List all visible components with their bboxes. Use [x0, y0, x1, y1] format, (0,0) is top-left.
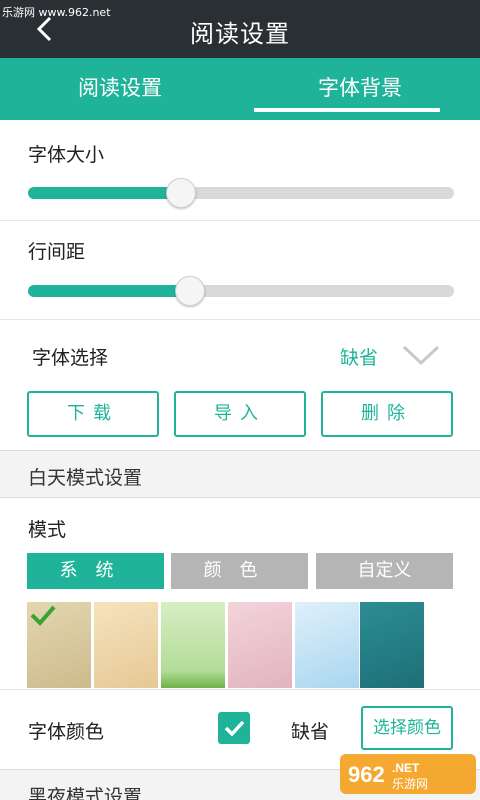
mode-system-button[interactable]: 系统	[27, 553, 164, 589]
svg-text:乐游网: 乐游网	[392, 777, 428, 791]
section-title: 黑夜模式设置	[28, 786, 143, 800]
import-font-button[interactable]: 导入	[174, 391, 306, 437]
divider	[0, 689, 480, 690]
background-swatch-sky[interactable]	[295, 602, 359, 688]
active-tab-indicator	[254, 108, 440, 112]
background-swatch-pink[interactable]	[228, 602, 292, 688]
section-title: 白天模式设置	[28, 467, 143, 489]
download-font-button[interactable]: 下载	[27, 391, 159, 437]
slider-fill	[28, 285, 190, 297]
mode-color-button[interactable]: 颜色	[171, 553, 308, 589]
mode-custom-button[interactable]: 自定义	[316, 553, 453, 589]
font-size-label: 字体大小	[28, 144, 105, 166]
svg-text:962: 962	[348, 762, 385, 787]
slider-thumb[interactable]	[175, 276, 205, 306]
line-spacing-slider[interactable]	[28, 276, 454, 306]
background-swatch-old-paper[interactable]	[94, 602, 158, 688]
background-swatch-green[interactable]	[161, 602, 225, 688]
slider-fill	[28, 187, 181, 199]
divider	[0, 220, 480, 221]
watermark-text: 乐游网 www.962.net	[2, 6, 111, 19]
slider-thumb[interactable]	[166, 178, 196, 208]
day-mode-section-header: 白天模式设置	[0, 450, 480, 498]
background-swatch-teal[interactable]	[360, 602, 424, 688]
line-spacing-label: 行间距	[28, 241, 86, 263]
mode-label: 模式	[28, 519, 67, 541]
default-font-color-text: 缺省	[291, 721, 330, 743]
tab-reading-settings[interactable]: 阅读设置	[0, 58, 240, 120]
font-select-value[interactable]: 缺省	[340, 343, 378, 370]
choose-color-button[interactable]: 选择颜色	[361, 706, 453, 750]
chevron-down-icon[interactable]	[402, 344, 440, 366]
default-font-color-checkbox[interactable]	[218, 712, 250, 744]
font-select-label: 字体选择	[32, 347, 109, 369]
selected-check-icon	[30, 605, 56, 626]
delete-font-button[interactable]: 删除	[321, 391, 453, 437]
divider	[0, 319, 480, 320]
font-size-slider[interactable]	[28, 178, 454, 208]
svg-text:.NET: .NET	[392, 761, 420, 775]
watermark-logo: 962 .NET 乐游网	[340, 754, 476, 794]
font-color-label: 字体颜色	[28, 721, 105, 743]
checkmark-icon	[224, 720, 245, 737]
